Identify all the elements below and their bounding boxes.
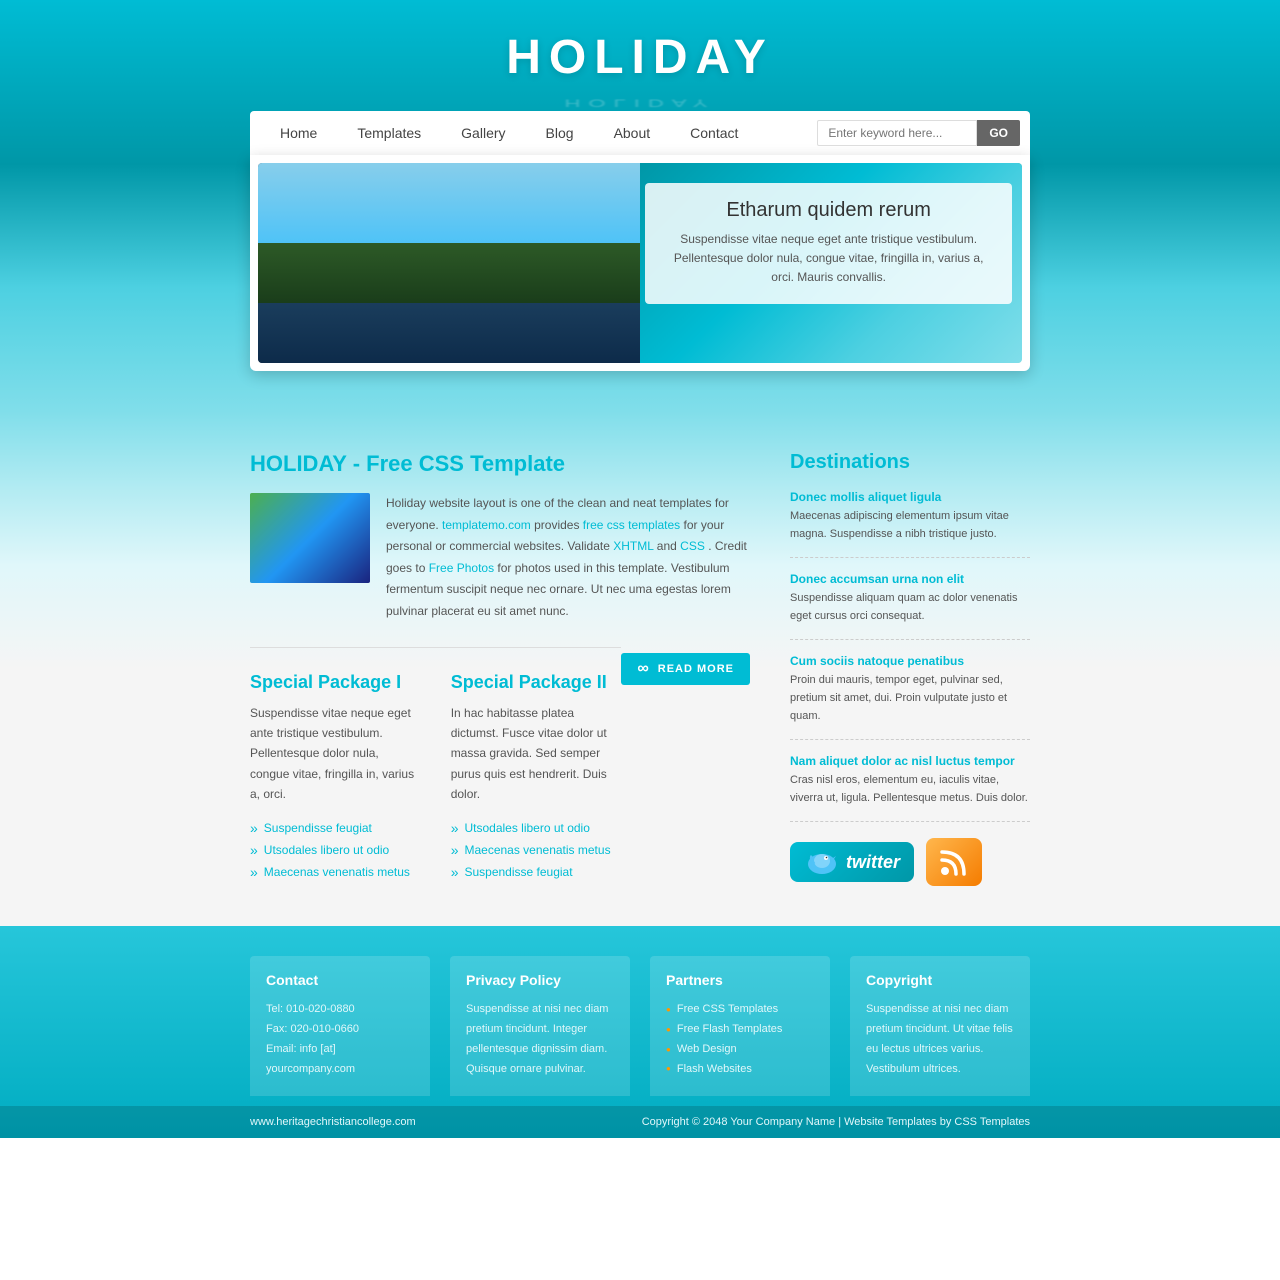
- dest-item-3: Cum sociis natoque penatibus Proin dui m…: [790, 654, 1030, 740]
- xhtml-link[interactable]: XHTML: [613, 539, 653, 553]
- package1-title: Special Package I: [250, 672, 421, 693]
- twitter-badge[interactable]: twitter: [790, 842, 914, 882]
- about-text: Holiday website layout is one of the cle…: [386, 493, 750, 623]
- site-title: HOLIDAY: [0, 30, 1280, 85]
- about-image: [250, 493, 370, 583]
- package1-text: Suspendisse vitae neque eget ante tristi…: [250, 703, 421, 805]
- main-left: HOLIDAY - Free CSS Template Holiday webs…: [250, 451, 750, 886]
- dest-2-text: Suspendisse aliquam quam ac dolor venena…: [790, 590, 1030, 625]
- footer-fax: Fax: 020-010-0660: [266, 1020, 414, 1040]
- search-form: GO: [817, 120, 1020, 146]
- package1-list: Suspendisse feugiat Utsodales libero ut …: [250, 817, 421, 883]
- package-1: Special Package I Suspendisse vitae nequ…: [250, 672, 421, 883]
- css-link[interactable]: CSS: [680, 539, 705, 553]
- rss-icon: [938, 846, 970, 878]
- read-more-icon: ∞: [637, 660, 649, 678]
- site-title-reflection: HOLIDAY: [0, 97, 1280, 110]
- nav-contact[interactable]: Contact: [670, 111, 758, 155]
- footer-copyright-line: Copyright © 2048 Your Company Name | Web…: [642, 1116, 1030, 1128]
- website-templates-link[interactable]: Website Templates: [844, 1116, 937, 1128]
- hero-text-box: Etharum quidem rerum Suspendisse vitae n…: [645, 183, 1012, 304]
- footer-copyright-col: Copyright Suspendisse at nisi nec diam p…: [850, 956, 1030, 1095]
- footer-privacy: Privacy Policy Suspendisse at nisi nec d…: [450, 956, 630, 1095]
- css-templates-link[interactable]: CSS Templates: [954, 1116, 1030, 1128]
- hero-heading: Etharum quidem rerum: [661, 199, 996, 222]
- hero-image: [258, 163, 678, 363]
- footer-copyright-text: Suspendisse at nisi nec diam pretium tin…: [866, 1000, 1014, 1079]
- footer-privacy-title: Privacy Policy: [466, 972, 614, 988]
- nav-home[interactable]: Home: [260, 111, 337, 155]
- dest-3-text: Proin dui mauris, tempor eget, pulvinar …: [790, 672, 1030, 725]
- footer-bottom-inner: www.heritagechristiancollege.com Copyrig…: [250, 1116, 1030, 1128]
- dest-item-4: Nam aliquet dolor ac nisl luctus tempor …: [790, 754, 1030, 822]
- package2-list: Utsodales libero ut odio Maecenas venena…: [451, 817, 622, 883]
- main-content: HOLIDAY - Free CSS Template Holiday webs…: [0, 411, 1280, 926]
- search-button[interactable]: GO: [977, 120, 1020, 146]
- list-item: Utsodales libero ut odio: [451, 817, 622, 839]
- sidebar-title: Destinations: [790, 451, 1030, 474]
- company-name-link[interactable]: Your Company Name: [730, 1116, 835, 1128]
- nav-gallery[interactable]: Gallery: [441, 111, 525, 155]
- dest-1-title: Donec mollis aliquet ligula: [790, 490, 1030, 504]
- partners-list: Free CSS Templates Free Flash Templates …: [666, 1000, 814, 1079]
- footer-site-url: www.heritagechristiancollege.com: [250, 1116, 416, 1128]
- list-item: Suspendisse feugiat: [250, 817, 421, 839]
- header: HOLIDAY HOLIDAY Home Templates Gallery B…: [0, 0, 1280, 411]
- footer-partners-title: Partners: [666, 972, 814, 988]
- list-item: Utsodales libero ut odio: [250, 839, 421, 861]
- dest-item-1: Donec mollis aliquet ligula Maecenas adi…: [790, 490, 1030, 558]
- list-item: Suspendisse feugiat: [451, 861, 622, 883]
- package2-text: In hac habitasse platea dictumst. Fusce …: [451, 703, 622, 805]
- footer-copyright-title: Copyright: [866, 972, 1014, 988]
- nav-templates[interactable]: Templates: [337, 111, 441, 155]
- free-css-link[interactable]: free css templates: [583, 518, 680, 532]
- footer-partners: Partners Free CSS Templates Free Flash T…: [650, 956, 830, 1095]
- footer-contact-title: Contact: [266, 972, 414, 988]
- nav-links: Home Templates Gallery Blog About Contac…: [260, 111, 817, 155]
- nav-about[interactable]: About: [594, 111, 671, 155]
- dest-1-text: Maecenas adipiscing elementum ipsum vita…: [790, 508, 1030, 543]
- partner-link-4[interactable]: Flash Websites: [666, 1060, 814, 1080]
- footer-inner: Contact Tel: 010-020-0880 Fax: 020-010-0…: [250, 956, 1030, 1095]
- footer-bottom: www.heritagechristiancollege.com Copyrig…: [0, 1106, 1280, 1138]
- package-2: Special Package II In hac habitasse plat…: [451, 672, 622, 883]
- read-more-button[interactable]: ∞ READ MORE: [621, 653, 750, 685]
- hero-wrapper: Etharum quidem rerum Suspendisse vitae n…: [250, 155, 1030, 371]
- navbar: Home Templates Gallery Blog About Contac…: [250, 111, 1030, 155]
- footer-contact: Contact Tel: 010-020-0880 Fax: 020-010-0…: [250, 956, 430, 1095]
- content-wrapper: HOLIDAY - Free CSS Template Holiday webs…: [250, 451, 1030, 886]
- nav-blog[interactable]: Blog: [526, 111, 594, 155]
- search-input[interactable]: [817, 120, 977, 146]
- partner-link-3[interactable]: Web Design: [666, 1040, 814, 1060]
- footer: Contact Tel: 010-020-0880 Fax: 020-010-0…: [0, 926, 1280, 1137]
- rss-badge[interactable]: [926, 838, 982, 886]
- footer-privacy-text: Suspendisse at nisi nec diam pretium tin…: [466, 1000, 614, 1079]
- list-item: Maecenas venenatis metus: [250, 861, 421, 883]
- partner-link-1[interactable]: Free CSS Templates: [666, 1000, 814, 1020]
- about-section: Holiday website layout is one of the cle…: [250, 493, 750, 623]
- divider: [250, 647, 621, 648]
- dest-2-title: Donec accumsan urna non elit: [790, 572, 1030, 586]
- footer-tel: Tel: 010-020-0880: [266, 1000, 414, 1020]
- hero-text: Suspendisse vitae neque eget ante tristi…: [661, 230, 996, 288]
- footer-email: Email: info [at] yourcompany.com: [266, 1040, 414, 1080]
- templatemo-link[interactable]: templatemo.com: [442, 518, 531, 532]
- main-section-title: HOLIDAY - Free CSS Template: [250, 451, 750, 477]
- twitter-bird-icon: [804, 848, 840, 876]
- partner-link-2[interactable]: Free Flash Templates: [666, 1020, 814, 1040]
- dest-3-title: Cum sociis natoque penatibus: [790, 654, 1030, 668]
- dest-4-title: Nam aliquet dolor ac nisl luctus tempor: [790, 754, 1030, 768]
- dest-item-2: Donec accumsan urna non elit Suspendisse…: [790, 572, 1030, 640]
- packages-row: Special Package I Suspendisse vitae nequ…: [250, 672, 621, 883]
- dest-4-text: Cras nisl eros, elementum eu, iaculis vi…: [790, 772, 1030, 807]
- package2-title: Special Package II: [451, 672, 622, 693]
- twitter-label: twitter: [846, 852, 900, 873]
- hero-banner: Etharum quidem rerum Suspendisse vitae n…: [258, 163, 1022, 363]
- list-item: Maecenas venenatis metus: [451, 839, 622, 861]
- social-icons: twitter: [790, 838, 1030, 886]
- free-photos-link[interactable]: Free Photos: [429, 561, 494, 575]
- sidebar: Destinations Donec mollis aliquet ligula…: [790, 451, 1030, 886]
